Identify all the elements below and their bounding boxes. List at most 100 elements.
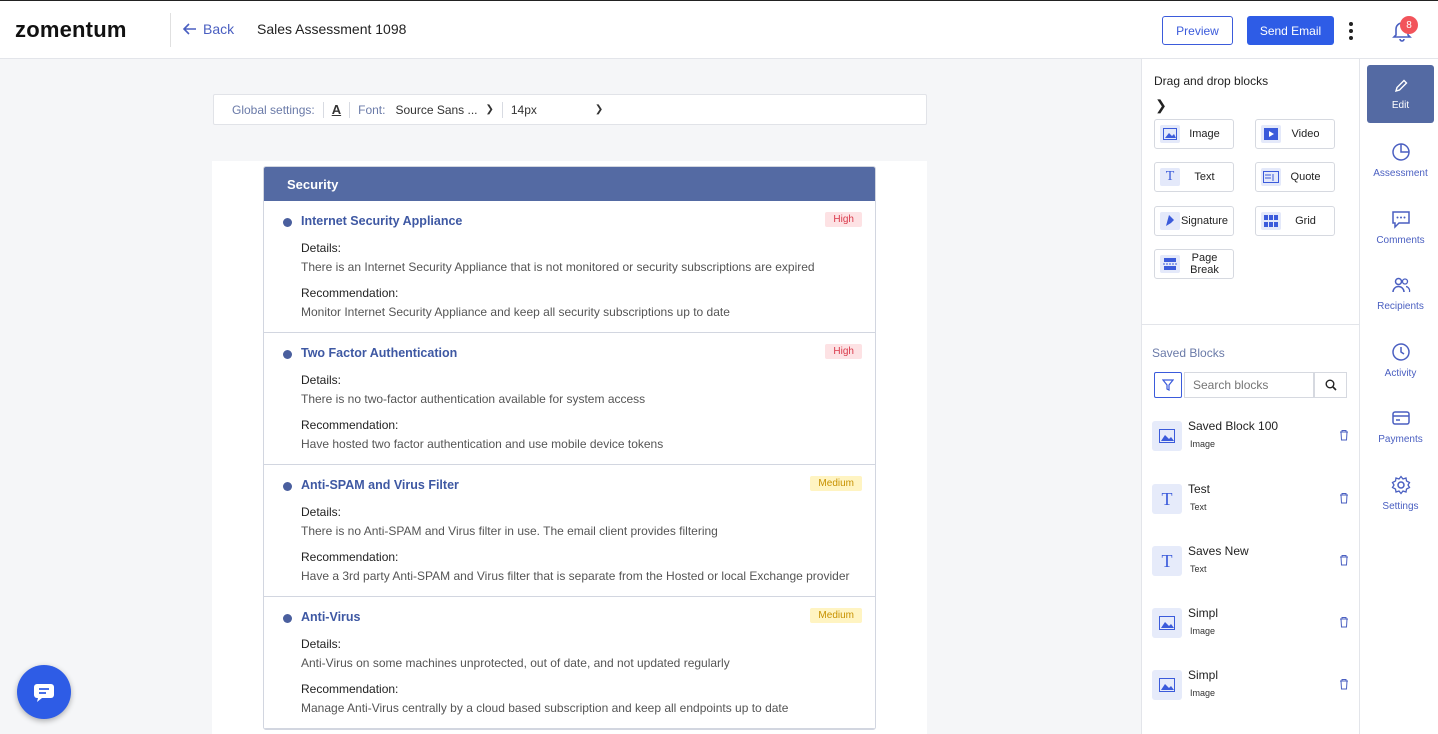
app-logo[interactable]: zomentum: [15, 17, 127, 43]
divider: [501, 101, 503, 118]
assessment-item[interactable]: Anti-Virus Medium Details: Anti-Virus on…: [264, 597, 875, 729]
block-label: Grid: [1295, 215, 1316, 227]
severity-badge: Medium: [810, 476, 862, 491]
trash-icon[interactable]: [1338, 678, 1350, 690]
assessment-item[interactable]: Two Factor Authentication High Details: …: [264, 333, 875, 465]
details-text: There is an Internet Security Appliance …: [301, 260, 815, 274]
assessment-item[interactable]: Anti-SPAM and Virus Filter Medium Detail…: [264, 465, 875, 597]
block-label: Page Break: [1190, 252, 1219, 276]
chat-button[interactable]: [17, 665, 71, 719]
chevron-down-icon[interactable]: ❯: [595, 104, 603, 115]
nav-assessment[interactable]: Assessment: [1367, 131, 1434, 189]
saved-block-item[interactable]: Simpl Image: [1152, 606, 1350, 646]
blocks-panel: Drag and drop blocks ❯ Image Video T Tex…: [1141, 59, 1360, 734]
divider: [349, 101, 351, 118]
video-icon: [1261, 125, 1281, 143]
saved-block-type: Text: [1190, 564, 1207, 574]
block-label: Image: [1189, 128, 1220, 140]
saved-block-item[interactable]: Simpl Image: [1152, 668, 1350, 708]
signature-icon: [1160, 212, 1180, 230]
editor-canvas: Global settings: A Font: Source Sans ...…: [0, 59, 1141, 734]
bullet-icon: [283, 350, 292, 359]
assessment-item[interactable]: Internet Security Appliance High Details…: [264, 201, 875, 333]
global-settings-label: Global settings:: [232, 102, 315, 117]
block-image[interactable]: Image: [1154, 119, 1234, 149]
saved-block-type: Image: [1190, 439, 1216, 449]
nav-label: Assessment: [1373, 167, 1428, 179]
image-icon: [1152, 421, 1182, 451]
nav-edit[interactable]: Edit: [1367, 65, 1434, 123]
document-title: Sales Assessment 1098: [257, 21, 407, 37]
notification-badge: 8: [1400, 16, 1418, 34]
send-email-button[interactable]: Send Email: [1247, 16, 1334, 45]
search-icon[interactable]: [1314, 372, 1347, 398]
saved-block-name: Simpl: [1188, 606, 1219, 620]
trash-icon[interactable]: [1338, 554, 1350, 566]
trash-icon[interactable]: [1338, 492, 1350, 504]
chevron-down-icon[interactable]: ❯: [485, 104, 493, 115]
credit-card-icon: [1391, 410, 1410, 425]
font-color-icon[interactable]: A: [332, 102, 341, 117]
severity-badge: High: [825, 212, 862, 227]
filter-icon[interactable]: [1154, 372, 1182, 398]
nav-label: Recipients: [1377, 300, 1424, 312]
assessment-section[interactable]: Security Internet Security Appliance Hig…: [263, 166, 876, 730]
block-label: Signature: [1180, 215, 1229, 227]
arrow-left-icon: [183, 23, 196, 35]
item-title: Internet Security Appliance: [301, 214, 463, 228]
font-select[interactable]: Source Sans ...: [395, 103, 481, 117]
details-label: Details:: [301, 373, 342, 387]
recommendation-label: Recommendation:: [301, 286, 399, 300]
nav-recipients[interactable]: Recipients: [1367, 264, 1434, 322]
quote-icon: [1261, 168, 1281, 186]
chat-icon: [34, 684, 54, 702]
block-text[interactable]: T Text: [1154, 162, 1234, 192]
divider: [1142, 324, 1360, 325]
back-label: Back: [203, 21, 235, 37]
recommendation-label: Recommendation:: [301, 418, 399, 432]
block-page-break[interactable]: Page Break: [1154, 249, 1234, 279]
details-text: There is no two-factor authentication av…: [301, 392, 646, 406]
nav-settings[interactable]: Settings: [1367, 464, 1434, 522]
bullet-icon: [283, 218, 292, 227]
recommendation-text: Have hosted two factor authentication an…: [301, 437, 664, 451]
page-break-icon: [1160, 255, 1180, 273]
block-label: Quote: [1290, 171, 1321, 183]
image-icon: [1160, 125, 1180, 143]
preview-button[interactable]: Preview: [1162, 16, 1233, 45]
more-options-icon[interactable]: [1343, 19, 1359, 43]
clock-icon: [1391, 342, 1410, 361]
grid-icon: [1261, 212, 1281, 230]
nav-activity[interactable]: Activity: [1367, 331, 1434, 389]
block-signature[interactable]: Signature: [1154, 206, 1234, 236]
nav-payments[interactable]: Payments: [1367, 397, 1434, 455]
comment-icon: [1391, 210, 1410, 229]
global-settings-bar: Global settings: A Font: Source Sans ...…: [213, 94, 927, 125]
bullet-icon: [283, 614, 292, 623]
font-label: Font:: [358, 102, 386, 117]
trash-icon[interactable]: [1338, 616, 1350, 628]
saved-block-name: Saves New: [1188, 544, 1249, 558]
block-video[interactable]: Video: [1255, 119, 1335, 149]
bullet-icon: [283, 482, 292, 491]
font-size-select[interactable]: 14px: [511, 103, 591, 117]
text-icon: T: [1152, 546, 1182, 576]
search-blocks-input[interactable]: [1184, 372, 1314, 398]
item-title: Anti-Virus: [301, 610, 361, 624]
text-icon: T: [1160, 168, 1180, 186]
trash-icon[interactable]: [1338, 429, 1350, 441]
nav-label: Activity: [1384, 367, 1417, 379]
chevron-right-icon[interactable]: ❯: [1145, 95, 1177, 115]
divider: [170, 13, 171, 47]
recommendation-text: Manage Anti-Virus centrally by a cloud b…: [301, 701, 789, 715]
recommendation-label: Recommendation:: [301, 682, 399, 696]
nav-comments[interactable]: Comments: [1367, 198, 1434, 256]
pencil-icon: [1394, 79, 1407, 92]
block-grid[interactable]: Grid: [1255, 206, 1335, 236]
saved-block-item[interactable]: Saved Block 100 Image: [1152, 419, 1350, 459]
saved-block-item[interactable]: T Test Text: [1152, 482, 1350, 522]
saved-block-item[interactable]: T Saves New Text: [1152, 544, 1350, 584]
block-quote[interactable]: Quote: [1255, 162, 1335, 192]
top-bar: zomentum Back Sales Assessment 1098 Prev…: [0, 0, 1438, 59]
back-button[interactable]: Back: [183, 21, 234, 37]
